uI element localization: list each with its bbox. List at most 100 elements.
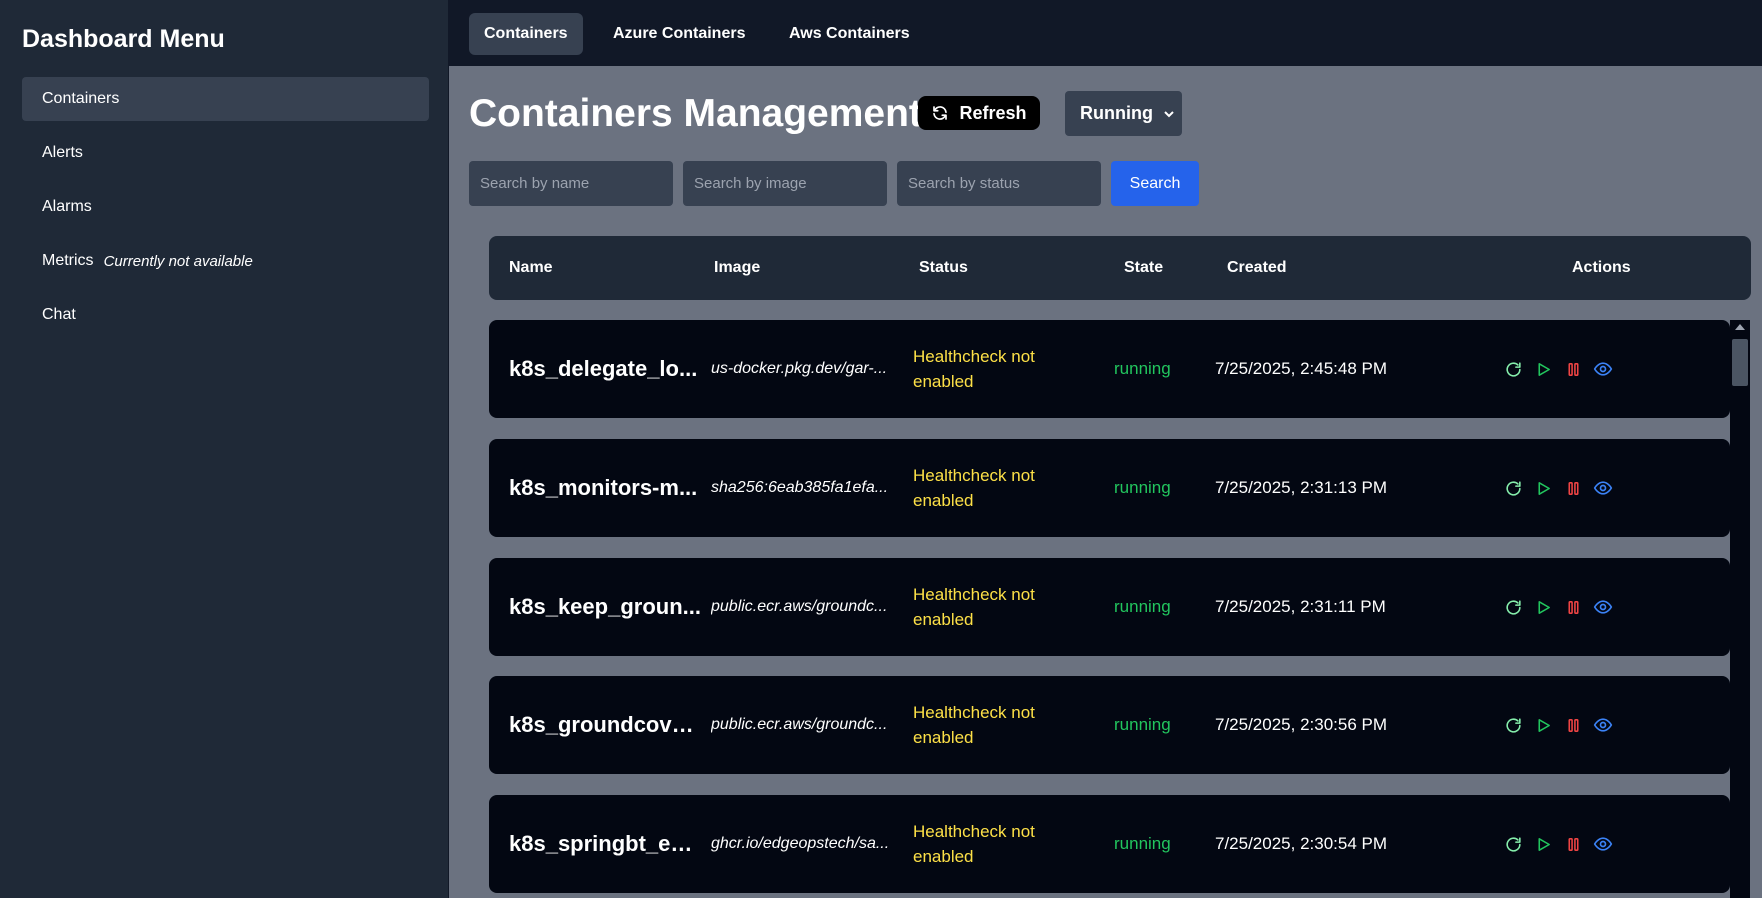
- container-created: 7/25/2025, 2:30:54 PM: [1215, 834, 1388, 853]
- restart-button[interactable]: [1503, 834, 1523, 854]
- stop-button[interactable]: [1563, 359, 1583, 379]
- container-name: k8s_keep_groun...: [509, 594, 701, 619]
- play-icon: [1535, 599, 1552, 616]
- container-status: Healthcheck not enabled: [913, 347, 1035, 391]
- view-button[interactable]: [1593, 359, 1613, 379]
- restart-icon: [1504, 716, 1523, 735]
- sidebar-item-containers[interactable]: Containers: [22, 77, 429, 121]
- sidebar-menu: Containers Alerts Alarms Metrics Current…: [22, 77, 429, 347]
- tab-azure-containers[interactable]: Azure Containers: [598, 13, 760, 55]
- column-header-state: State: [1124, 259, 1164, 276]
- sidebar: Dashboard Menu Containers Alerts Alarms …: [0, 0, 449, 898]
- container-name: k8s_springbt_ed...: [509, 831, 701, 856]
- view-button[interactable]: [1593, 715, 1613, 735]
- start-button[interactable]: [1533, 478, 1553, 498]
- eye-icon: [1593, 597, 1613, 617]
- container-image: sha256:6eab385fa1efa...: [711, 479, 889, 496]
- sidebar-item-label: Containers: [42, 90, 120, 107]
- start-button[interactable]: [1533, 359, 1553, 379]
- column-header-status: Status: [919, 259, 968, 276]
- vertical-scrollbar[interactable]: [1730, 320, 1750, 898]
- refresh-icon: [933, 106, 948, 120]
- container-state: running: [1114, 834, 1171, 853]
- play-icon: [1535, 717, 1552, 734]
- container-created: 7/25/2025, 2:30:56 PM: [1215, 715, 1388, 734]
- sidebar-item-chat[interactable]: Chat: [22, 293, 429, 337]
- restart-icon: [1504, 598, 1523, 617]
- row-actions: [1503, 439, 1613, 537]
- start-button[interactable]: [1533, 715, 1553, 735]
- table-row: k8s_delegate_lo... us-docker.pkg.dev/gar…: [489, 320, 1730, 418]
- pause-icon: [1565, 480, 1582, 497]
- container-created: 7/25/2025, 2:45:48 PM: [1215, 359, 1388, 378]
- sidebar-item-label: Alarms: [42, 198, 92, 215]
- table-row: k8s_springbt_ed... ghcr.io/edgeopstech/s…: [489, 795, 1730, 893]
- sidebar-item-label: Chat: [42, 306, 76, 323]
- view-button[interactable]: [1593, 597, 1613, 617]
- table-row: k8s_groundcove... public.ecr.aws/groundc…: [489, 676, 1730, 774]
- scroll-up-arrow-icon[interactable]: [1735, 324, 1745, 330]
- restart-button[interactable]: [1503, 359, 1523, 379]
- view-button[interactable]: [1593, 834, 1613, 854]
- restart-button[interactable]: [1503, 597, 1523, 617]
- tab-containers[interactable]: Containers: [469, 13, 583, 55]
- page-title: Containers Management: [469, 92, 922, 135]
- play-icon: [1535, 361, 1552, 378]
- container-status: Healthcheck not enabled: [913, 822, 1035, 866]
- stop-button[interactable]: [1563, 478, 1583, 498]
- tab-aws-containers[interactable]: Aws Containers: [774, 13, 925, 55]
- start-button[interactable]: [1533, 597, 1553, 617]
- sidebar-item-label: Metrics: [42, 252, 94, 269]
- start-button[interactable]: [1533, 834, 1553, 854]
- search-name-input[interactable]: [469, 161, 673, 206]
- stop-button[interactable]: [1563, 834, 1583, 854]
- container-image: public.ecr.aws/groundc...: [711, 716, 888, 733]
- sidebar-item-metrics[interactable]: Metrics Currently not available: [22, 239, 429, 283]
- eye-icon: [1593, 478, 1613, 498]
- container-name: k8s_delegate_lo...: [509, 356, 698, 381]
- eye-icon: [1593, 715, 1613, 735]
- column-header-image: Image: [714, 259, 761, 276]
- refresh-button[interactable]: Refresh: [918, 96, 1040, 130]
- restart-icon: [1504, 835, 1523, 854]
- restart-icon: [1504, 479, 1523, 498]
- view-button[interactable]: [1593, 478, 1613, 498]
- container-name: k8s_monitors-m...: [509, 475, 698, 500]
- table-header: Name Image Status State Created Actions: [489, 236, 1751, 300]
- chevron-down-icon: [1164, 110, 1174, 117]
- state-filter-select[interactable]: Running: [1065, 91, 1182, 136]
- eye-icon: [1593, 359, 1613, 379]
- stop-button[interactable]: [1563, 597, 1583, 617]
- sidebar-item-label: Alerts: [42, 144, 83, 161]
- search-image-input[interactable]: [683, 161, 887, 206]
- search-status-input[interactable]: [897, 161, 1101, 206]
- top-tab-bar: Containers Azure Containers Aws Containe…: [449, 0, 1762, 66]
- refresh-label: Refresh: [959, 102, 1027, 123]
- table-row: k8s_monitors-m... sha256:6eab385fa1efa..…: [489, 439, 1730, 537]
- table-row: k8s_keep_groun... public.ecr.aws/groundc…: [489, 558, 1730, 656]
- pause-icon: [1565, 599, 1582, 616]
- pause-icon: [1565, 836, 1582, 853]
- state-filter-value: Running: [1080, 103, 1153, 123]
- container-image: us-docker.pkg.dev/gar-...: [711, 360, 888, 377]
- container-state: running: [1114, 715, 1171, 734]
- container-state: running: [1114, 478, 1171, 497]
- container-status: Healthcheck not enabled: [913, 703, 1035, 747]
- column-header-created: Created: [1227, 259, 1287, 276]
- container-image: ghcr.io/edgeopstech/sa...: [711, 835, 890, 852]
- container-created: 7/25/2025, 2:31:11 PM: [1215, 597, 1386, 616]
- row-actions: [1503, 676, 1613, 774]
- sidebar-item-alarms[interactable]: Alarms: [22, 185, 429, 229]
- container-state: running: [1114, 359, 1171, 378]
- search-button[interactable]: Search: [1111, 161, 1199, 206]
- restart-button[interactable]: [1503, 715, 1523, 735]
- column-header-name: Name: [509, 259, 553, 276]
- container-status: Healthcheck not enabled: [913, 466, 1035, 510]
- row-actions: [1503, 320, 1613, 418]
- stop-button[interactable]: [1563, 715, 1583, 735]
- sidebar-item-alerts[interactable]: Alerts: [22, 131, 429, 175]
- scroll-thumb[interactable]: [1732, 339, 1748, 386]
- restart-button[interactable]: [1503, 478, 1523, 498]
- eye-icon: [1593, 834, 1613, 854]
- column-header-actions: Actions: [1572, 259, 1631, 276]
